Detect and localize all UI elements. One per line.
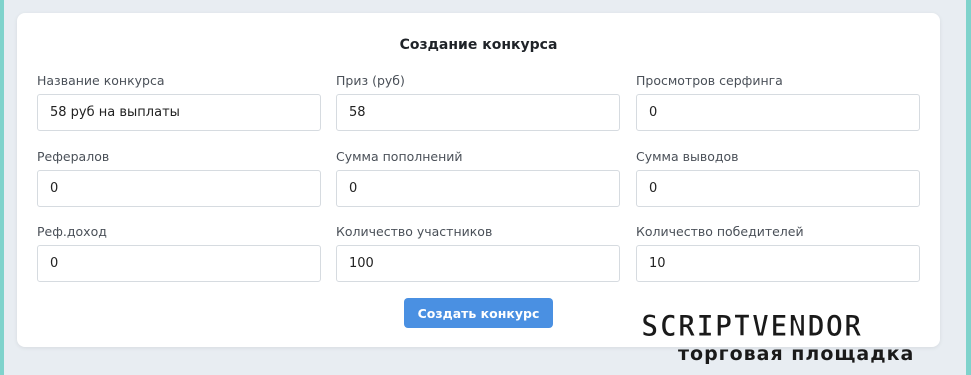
deposits-sum-input[interactable] — [336, 170, 620, 207]
watermark-logo: SCRIPTVENDOR торговая площадка — [641, 310, 961, 370]
prize-input[interactable] — [336, 94, 620, 131]
contest-name-input[interactable] — [37, 94, 321, 131]
contest-name-field: Название конкурса — [37, 73, 321, 131]
surf-views-input[interactable] — [636, 94, 920, 131]
left-edge-strip — [0, 0, 4, 375]
withdrawals-sum-field: Сумма выводов — [636, 149, 920, 207]
prize-label: Приз (руб) — [336, 73, 405, 88]
ref-income-input[interactable] — [37, 245, 321, 282]
create-contest-button[interactable]: Создать конкурс — [404, 298, 553, 328]
form-title: Создание конкурса — [399, 37, 558, 53]
right-edge-strip — [966, 0, 971, 375]
watermark-brand: SCRIPTVENDOR — [641, 309, 863, 343]
withdrawals-sum-input[interactable] — [636, 170, 920, 207]
winners-count-input[interactable] — [636, 245, 920, 282]
deposits-sum-label: Сумма пополнений — [336, 149, 463, 164]
winners-count-label: Количество победителей — [636, 224, 804, 239]
ref-income-field: Реф.доход — [37, 224, 321, 282]
referrals-label: Рефералов — [37, 149, 110, 164]
surf-views-field: Просмотров серфинга — [636, 73, 920, 131]
referrals-input[interactable] — [37, 170, 321, 207]
deposits-sum-field: Сумма пополнений — [336, 149, 620, 207]
referrals-field: Рефералов — [37, 149, 321, 207]
participants-count-input[interactable] — [336, 245, 620, 282]
surf-views-label: Просмотров серфинга — [636, 73, 783, 88]
contest-name-label: Название конкурса — [37, 73, 165, 88]
participants-count-field: Количество участников — [336, 224, 620, 282]
prize-field: Приз (руб) — [336, 73, 620, 131]
ref-income-label: Реф.доход — [37, 224, 107, 239]
winners-count-field: Количество победителей — [636, 224, 920, 282]
withdrawals-sum-label: Сумма выводов — [636, 149, 739, 164]
contest-form-card: Создание конкурса Название конкурса Приз… — [17, 13, 940, 347]
watermark-tagline: торговая площадка — [678, 343, 915, 365]
participants-count-label: Количество участников — [336, 224, 493, 239]
